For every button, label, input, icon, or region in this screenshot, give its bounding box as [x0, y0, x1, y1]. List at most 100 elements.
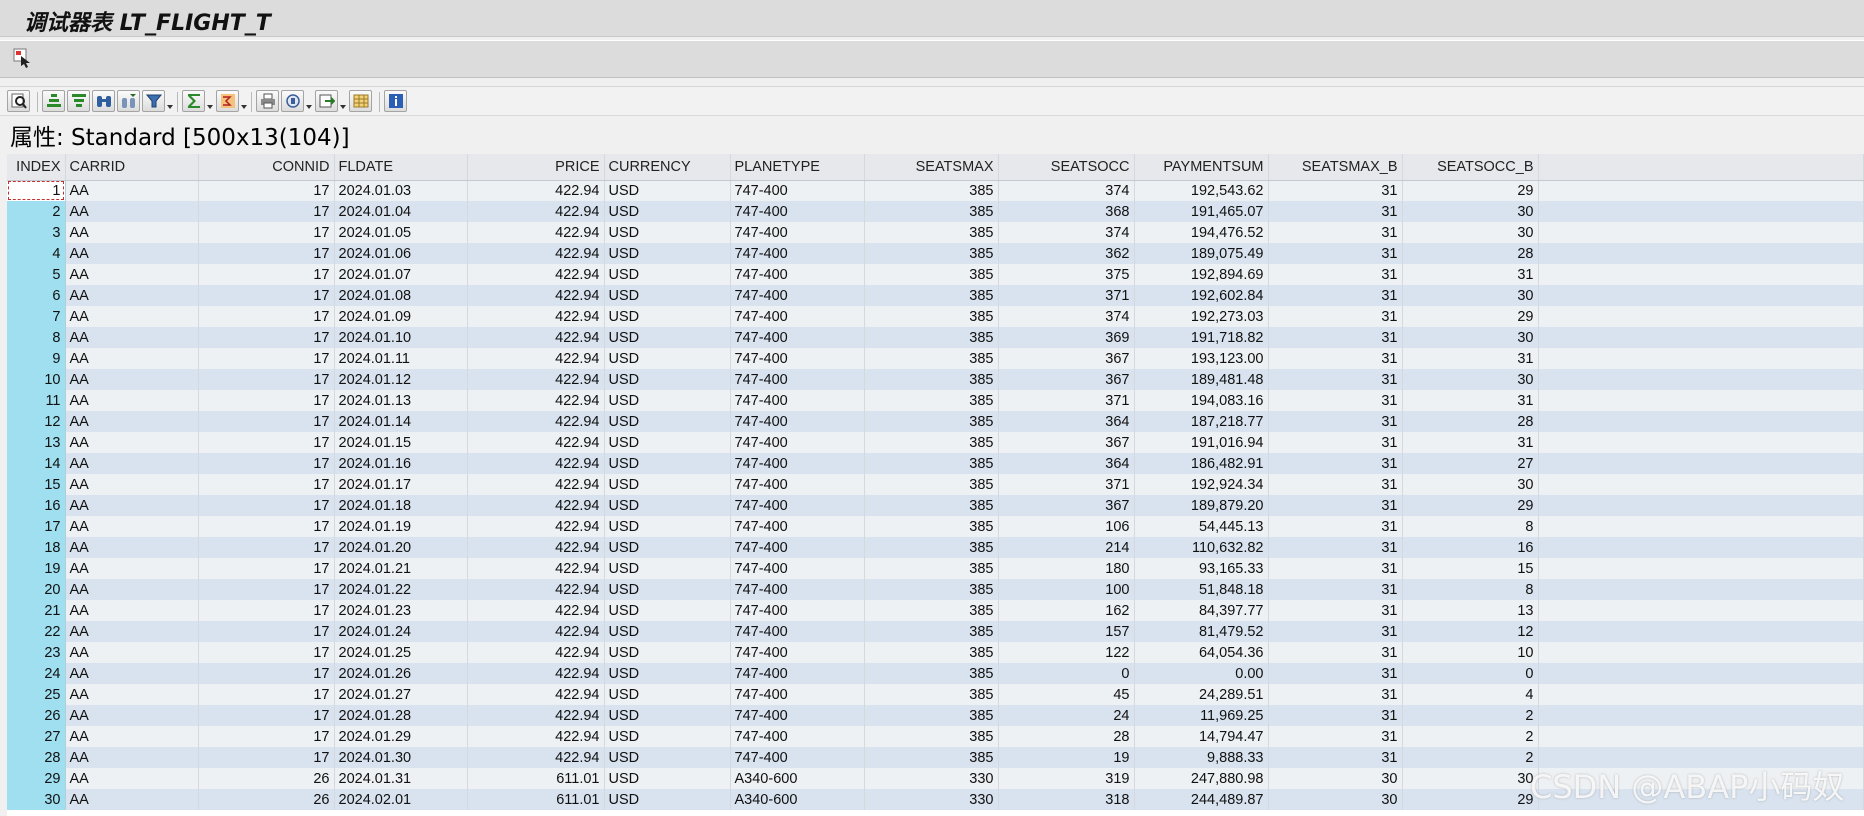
table-row[interactable]: 15 AA 17 2024.01.17 422.94 USD 747-400 385 371 19… [7, 474, 1864, 495]
cell-paymentsum[interactable]: 189,481.48 [1134, 369, 1269, 390]
cell-seatsmax[interactable]: 385 [864, 306, 999, 327]
cell-seatsocc[interactable]: 100 [998, 579, 1135, 600]
column-header-planetype[interactable]: PLANETYPE [730, 154, 865, 181]
cell-seatsmax_b[interactable]: 31 [1268, 516, 1403, 537]
cell-paymentsum[interactable]: 192,273.03 [1134, 306, 1269, 327]
cell-seatsocc[interactable]: 375 [998, 264, 1135, 285]
print-button[interactable] [256, 90, 279, 112]
cell-index[interactable]: 8 [7, 327, 66, 348]
table-row[interactable]: 26 AA 17 2024.01.28 422.94 USD 747-400 385 24 11,… [7, 705, 1864, 726]
cell-planetype[interactable]: 747-400 [730, 726, 865, 747]
cell-index[interactable]: 7 [7, 306, 66, 327]
cell-planetype[interactable]: 747-400 [730, 600, 865, 621]
cell-planetype[interactable]: 747-400 [730, 453, 865, 474]
subtotal-button[interactable] [216, 90, 239, 112]
alv-grid[interactable]: INDEX CARRID CONNID FLDATE PRICE CURRENCY PLAN… [7, 154, 1864, 816]
cell-fldate[interactable]: 2024.01.21 [334, 558, 468, 579]
cell-index[interactable]: 26 [7, 705, 66, 726]
table-row[interactable]: 23 AA 17 2024.01.25 422.94 USD 747-400 385 122 64… [7, 642, 1864, 663]
cell-paymentsum[interactable]: 187,218.77 [1134, 411, 1269, 432]
cell-fldate[interactable]: 2024.01.26 [334, 663, 468, 684]
cell-planetype[interactable]: A340-600 [730, 768, 865, 789]
cell-carrid[interactable]: AA [65, 327, 199, 348]
cell-seatsocc[interactable]: 214 [998, 537, 1135, 558]
table-row[interactable]: 27 AA 17 2024.01.29 422.94 USD 747-400 385 28 14,… [7, 726, 1864, 747]
cell-index[interactable]: 4 [7, 243, 66, 264]
cell-price[interactable]: 422.94 [467, 264, 605, 285]
cell-seatsocc_b[interactable]: 30 [1402, 768, 1539, 789]
column-header-currency[interactable]: CURRENCY [604, 154, 731, 181]
cell-price[interactable]: 422.94 [467, 663, 605, 684]
cell-planetype[interactable]: 747-400 [730, 705, 865, 726]
cell-price[interactable]: 422.94 [467, 369, 605, 390]
cell-seatsmax_b[interactable]: 31 [1268, 411, 1403, 432]
cell-index[interactable]: 30 [7, 789, 66, 810]
cell-seatsocc_b[interactable]: 28 [1402, 411, 1539, 432]
table-row[interactable]: 20 AA 17 2024.01.22 422.94 USD 747-400 385 100 51… [7, 579, 1864, 600]
table-row[interactable]: 22 AA 17 2024.01.24 422.94 USD 747-400 385 157 81… [7, 621, 1864, 642]
cell-currency[interactable]: USD [604, 285, 731, 306]
cell-seatsmax_b[interactable]: 31 [1268, 453, 1403, 474]
cell-connid[interactable]: 17 [198, 558, 335, 579]
cell-planetype[interactable]: 747-400 [730, 390, 865, 411]
cell-paymentsum[interactable]: 24,289.51 [1134, 684, 1269, 705]
cell-seatsocc_b[interactable]: 30 [1402, 222, 1539, 243]
cell-connid[interactable]: 17 [198, 621, 335, 642]
cell-fldate[interactable]: 2024.01.05 [334, 222, 468, 243]
cell-index[interactable]: 19 [7, 558, 66, 579]
cell-seatsocc_b[interactable]: 29 [1402, 306, 1539, 327]
cell-connid[interactable]: 17 [198, 327, 335, 348]
cell-seatsocc[interactable]: 367 [998, 495, 1135, 516]
table-row[interactable]: 13 AA 17 2024.01.15 422.94 USD 747-400 385 367 19… [7, 432, 1864, 453]
cell-seatsmax_b[interactable]: 31 [1268, 621, 1403, 642]
cell-index[interactable]: 10 [7, 369, 66, 390]
cell-fldate[interactable]: 2024.01.19 [334, 516, 468, 537]
filter-button[interactable] [142, 90, 165, 112]
cell-seatsmax[interactable]: 385 [864, 285, 999, 306]
cell-currency[interactable]: USD [604, 432, 731, 453]
cell-currency[interactable]: USD [604, 390, 731, 411]
cell-seatsocc_b[interactable]: 4 [1402, 684, 1539, 705]
cell-price[interactable]: 422.94 [467, 306, 605, 327]
cell-carrid[interactable]: AA [65, 768, 199, 789]
cell-connid[interactable]: 17 [198, 411, 335, 432]
cell-price[interactable]: 422.94 [467, 579, 605, 600]
cell-carrid[interactable]: AA [65, 726, 199, 747]
cell-currency[interactable]: USD [604, 306, 731, 327]
cell-seatsmax[interactable]: 385 [864, 726, 999, 747]
cell-carrid[interactable]: AA [65, 537, 199, 558]
cell-seatsmax_b[interactable]: 31 [1268, 180, 1403, 201]
table-row[interactable]: 10 AA 17 2024.01.12 422.94 USD 747-400 385 367 18… [7, 369, 1864, 390]
cell-paymentsum[interactable]: 110,632.82 [1134, 537, 1269, 558]
cell-seatsmax[interactable]: 385 [864, 747, 999, 768]
cell-planetype[interactable]: 747-400 [730, 474, 865, 495]
cell-seatsocc_b[interactable]: 29 [1402, 495, 1539, 516]
table-row[interactable]: 16 AA 17 2024.01.18 422.94 USD 747-400 385 367 18… [7, 495, 1864, 516]
cell-seatsmax_b[interactable]: 31 [1268, 558, 1403, 579]
cell-connid[interactable]: 17 [198, 726, 335, 747]
cell-seatsmax[interactable]: 385 [864, 222, 999, 243]
cell-paymentsum[interactable]: 244,489.87 [1134, 789, 1269, 810]
cell-currency[interactable]: USD [604, 222, 731, 243]
cell-connid[interactable]: 17 [198, 705, 335, 726]
cell-seatsmax[interactable]: 385 [864, 264, 999, 285]
cell-index[interactable]: 3 [7, 222, 66, 243]
cell-price[interactable]: 422.94 [467, 285, 605, 306]
cell-price[interactable]: 422.94 [467, 684, 605, 705]
table-row[interactable]: 3 AA 17 2024.01.05 422.94 USD 747-400 385 374 194… [7, 222, 1864, 243]
cell-currency[interactable]: USD [604, 474, 731, 495]
cell-planetype[interactable]: A340-600 [730, 789, 865, 810]
cell-seatsmax[interactable]: 385 [864, 537, 999, 558]
cell-seatsocc[interactable]: 374 [998, 222, 1135, 243]
cell-fldate[interactable]: 2024.01.22 [334, 579, 468, 600]
cell-planetype[interactable]: 747-400 [730, 369, 865, 390]
cell-paymentsum[interactable]: 9,888.33 [1134, 747, 1269, 768]
cell-paymentsum[interactable]: 64,054.36 [1134, 642, 1269, 663]
cell-fldate[interactable]: 2024.01.17 [334, 474, 468, 495]
cell-seatsocc[interactable]: 371 [998, 285, 1135, 306]
table-row[interactable]: 6 AA 17 2024.01.08 422.94 USD 747-400 385 371 192… [7, 285, 1864, 306]
cell-seatsmax_b[interactable]: 31 [1268, 306, 1403, 327]
column-header-seatsocc[interactable]: SEATSOCC [998, 154, 1135, 181]
cell-seatsocc_b[interactable]: 27 [1402, 453, 1539, 474]
cell-seatsmax_b[interactable]: 31 [1268, 642, 1403, 663]
